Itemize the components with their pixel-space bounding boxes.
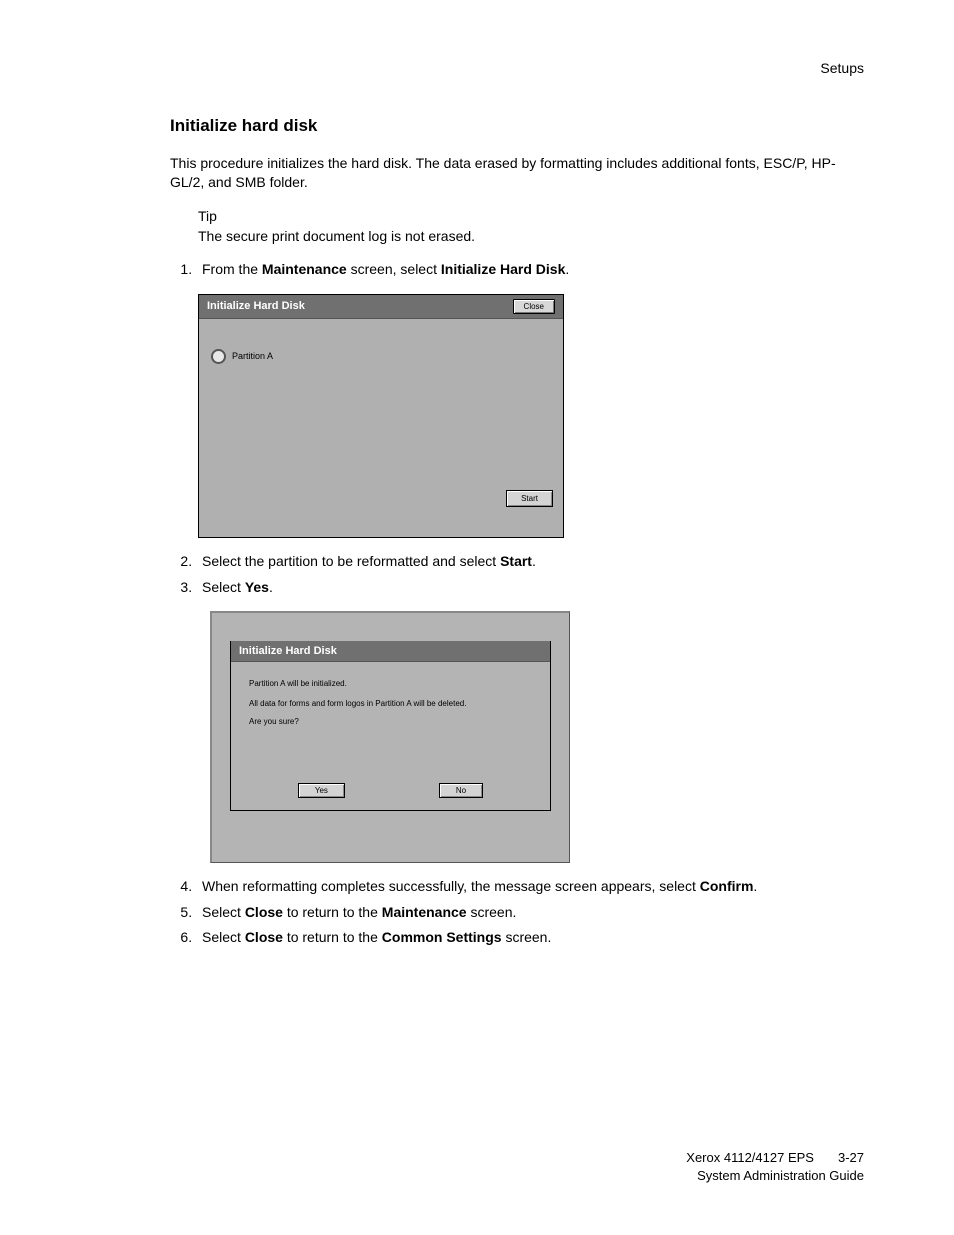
confirm-line-3: Are you sure? xyxy=(249,717,299,726)
confirm-line-1: Partition A will be initialized. xyxy=(249,679,347,688)
dialog-titlebar: Initialize Hard Disk Close xyxy=(199,295,563,319)
step-text: Select xyxy=(202,929,245,945)
step-bold: Maintenance xyxy=(382,904,467,920)
step-bold: Start xyxy=(500,553,532,569)
step-text: . xyxy=(565,261,569,277)
dialog-title: Initialize Hard Disk xyxy=(207,300,305,312)
start-button[interactable]: Start xyxy=(506,490,553,507)
step-2: Select the partition to be reformatted a… xyxy=(196,552,864,572)
step-text: . xyxy=(753,878,757,894)
intro-paragraph: This procedure initializes the hard disk… xyxy=(170,154,864,192)
tip-block: Tip The secure print document log is not… xyxy=(198,206,864,247)
step-bold: Close xyxy=(245,929,283,945)
step-text: . xyxy=(269,579,273,595)
step-text: From the xyxy=(202,261,262,277)
confirm-line-2: All data for forms and form logos in Par… xyxy=(249,699,466,708)
step-bold: Common Settings xyxy=(382,929,502,945)
radio-icon[interactable] xyxy=(211,349,226,364)
partition-label: Partition A xyxy=(232,351,273,361)
step-bold: Maintenance xyxy=(262,261,347,277)
dialog-initialize-hard-disk: Initialize Hard Disk Close Partition A S… xyxy=(198,294,564,538)
footer-product: Xerox 4112/4127 EPS xyxy=(686,1150,814,1165)
tip-label: Tip xyxy=(198,206,864,226)
step-bold: Initialize Hard Disk xyxy=(441,261,565,277)
step-text: When reformatting completes successfully… xyxy=(202,878,700,894)
step-text: . xyxy=(532,553,536,569)
step-text: screen. xyxy=(502,929,552,945)
yes-button[interactable]: Yes xyxy=(298,783,345,798)
footer-page-number: 3-27 xyxy=(838,1150,864,1165)
close-button[interactable]: Close xyxy=(513,299,555,314)
no-button[interactable]: No xyxy=(439,783,483,798)
confirm-buttons: Yes No xyxy=(231,783,550,798)
step-1: From the Maintenance screen, select Init… xyxy=(196,260,864,280)
step-5: Select Close to return to the Maintenanc… xyxy=(196,903,864,923)
dialog-body: Partition A Start xyxy=(199,319,563,537)
step-text: Select the partition to be reformatted a… xyxy=(202,553,500,569)
step-bold: Confirm xyxy=(700,878,754,894)
step-4: When reformatting completes successfully… xyxy=(196,877,864,897)
step-text: screen, select xyxy=(347,261,441,277)
step-bold: Close xyxy=(245,904,283,920)
step-3: Select Yes. xyxy=(196,578,864,598)
section-title: Initialize hard disk xyxy=(170,116,864,136)
step-text: Select xyxy=(202,579,245,595)
step-text: to return to the xyxy=(283,929,382,945)
dialog-confirm: Initialize Hard Disk Partition A will be… xyxy=(230,641,551,811)
step-bold: Yes xyxy=(245,579,269,595)
tip-text: The secure print document log is not era… xyxy=(198,226,864,246)
step-text: to return to the xyxy=(283,904,382,920)
step-text: screen. xyxy=(467,904,517,920)
footer-guide: System Administration Guide xyxy=(686,1167,864,1185)
partition-option[interactable]: Partition A xyxy=(211,349,273,364)
page-footer: Xerox 4112/4127 EPS 3-27 System Administr… xyxy=(686,1149,864,1185)
step-text: Select xyxy=(202,904,245,920)
dialog-confirm-wrapper: Initialize Hard Disk Partition A will be… xyxy=(210,611,570,863)
dialog-title: Initialize Hard Disk xyxy=(231,641,550,662)
page-header-right: Setups xyxy=(820,60,864,76)
step-6: Select Close to return to the Common Set… xyxy=(196,928,864,948)
